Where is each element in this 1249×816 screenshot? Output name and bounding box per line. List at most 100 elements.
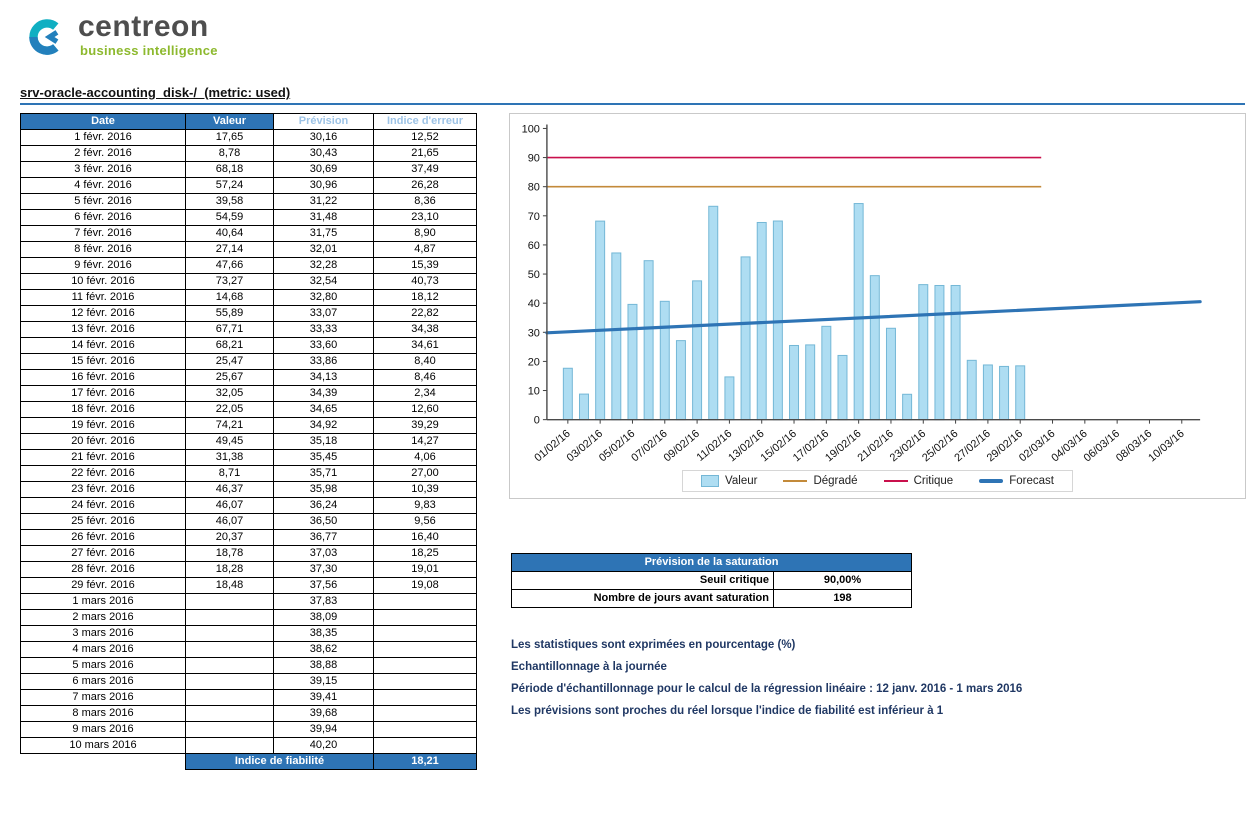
cell-erreur: 19,01: [374, 562, 477, 578]
value-bar: [1016, 366, 1025, 420]
legend-label-degrade: Dégradé: [813, 475, 857, 487]
cell-prevision: 32,80: [274, 290, 374, 306]
cell-erreur: [374, 610, 477, 626]
cell-erreur: 8,46: [374, 370, 477, 386]
table-row: 19 févr. 201674,2134,9239,29: [21, 418, 477, 434]
cell-erreur: 23,10: [374, 210, 477, 226]
cell-prevision: 37,83: [274, 594, 374, 610]
value-bar: [580, 394, 589, 420]
cell-erreur: 22,82: [374, 306, 477, 322]
cell-prevision: 38,09: [274, 610, 374, 626]
y-tick-label: 0: [534, 415, 540, 427]
col-header-date: Date: [21, 114, 186, 130]
cell-erreur: 18,25: [374, 546, 477, 562]
table-header-row: Date Valeur Prévision Indice d'erreur: [21, 114, 477, 130]
cell-valeur: 32,05: [186, 386, 274, 402]
saturation-value: 90,00%: [774, 572, 912, 590]
table-row: 24 févr. 201646,0736,249,83: [21, 498, 477, 514]
cell-erreur: [374, 706, 477, 722]
brand-tagline: business intelligence: [78, 43, 218, 58]
brand-name: centreon: [78, 12, 218, 42]
saturation-row: Nombre de jours avant saturation198: [512, 590, 912, 608]
cell-date: 27 févr. 2016: [21, 546, 186, 562]
cell-valeur: [186, 706, 274, 722]
cell-prevision: 36,77: [274, 530, 374, 546]
cell-erreur: 39,29: [374, 418, 477, 434]
cell-prevision: 36,50: [274, 514, 374, 530]
cell-date: 10 févr. 2016: [21, 274, 186, 290]
cell-valeur: 31,38: [186, 450, 274, 466]
y-tick-label: 30: [528, 327, 540, 339]
table-row: 9 févr. 201647,6632,2815,39: [21, 258, 477, 274]
cell-date: 3 mars 2016: [21, 626, 186, 642]
table-row: 28 févr. 201618,2837,3019,01: [21, 562, 477, 578]
cell-valeur: 18,28: [186, 562, 274, 578]
cell-valeur: [186, 738, 274, 754]
value-bar: [644, 261, 653, 420]
cell-date: 1 mars 2016: [21, 594, 186, 610]
cell-valeur: 18,48: [186, 578, 274, 594]
cell-erreur: 9,56: [374, 514, 477, 530]
legend-item-forecast: Forecast: [979, 475, 1054, 487]
cell-valeur: [186, 610, 274, 626]
value-bar: [1000, 366, 1009, 419]
cell-prevision: 34,39: [274, 386, 374, 402]
cell-valeur: [186, 674, 274, 690]
cell-valeur: 68,18: [186, 162, 274, 178]
reliability-label: Indice de fiabilité: [186, 754, 374, 770]
table-row: 15 févr. 201625,4733,868,40: [21, 354, 477, 370]
cell-prevision: 30,96: [274, 178, 374, 194]
table-row: 10 mars 201640,20: [21, 738, 477, 754]
cell-valeur: 20,37: [186, 530, 274, 546]
note-line: Les prévisions sont proches du réel lors…: [511, 700, 1246, 722]
cell-date: 8 mars 2016: [21, 706, 186, 722]
cell-prevision: 37,56: [274, 578, 374, 594]
cell-date: 1 févr. 2016: [21, 130, 186, 146]
cell-valeur: 46,07: [186, 514, 274, 530]
report-header: centreon business intelligence: [0, 0, 1249, 60]
cell-valeur: 25,47: [186, 354, 274, 370]
table-body: 1 févr. 201617,6530,1612,522 févr. 20168…: [21, 130, 477, 754]
cell-valeur: 57,24: [186, 178, 274, 194]
cell-date: 13 févr. 2016: [21, 322, 186, 338]
table-row: 21 févr. 201631,3835,454,06: [21, 450, 477, 466]
col-header-prevision: Prévision: [274, 114, 374, 130]
cell-valeur: 22,05: [186, 402, 274, 418]
cell-erreur: 8,40: [374, 354, 477, 370]
cell-date: 20 févr. 2016: [21, 434, 186, 450]
table-row: 9 mars 201639,94: [21, 722, 477, 738]
y-tick-label: 50: [528, 269, 540, 281]
cell-prevision: 30,69: [274, 162, 374, 178]
cell-valeur: 47,66: [186, 258, 274, 274]
cell-erreur: 15,39: [374, 258, 477, 274]
value-bar: [741, 257, 750, 420]
table-row: 16 févr. 201625,6734,138,46: [21, 370, 477, 386]
cell-erreur: [374, 642, 477, 658]
cell-prevision: 38,62: [274, 642, 374, 658]
cell-erreur: 4,06: [374, 450, 477, 466]
cell-prevision: 35,98: [274, 482, 374, 498]
legend-label-forecast: Forecast: [1009, 475, 1054, 487]
y-tick-label: 10: [528, 386, 540, 398]
cell-date: 25 févr. 2016: [21, 514, 186, 530]
legend-item-critique: Critique: [884, 475, 954, 487]
cell-valeur: 8,71: [186, 466, 274, 482]
cell-valeur: 14,68: [186, 290, 274, 306]
cell-prevision: 39,41: [274, 690, 374, 706]
cell-prevision: 31,75: [274, 226, 374, 242]
cell-valeur: 55,89: [186, 306, 274, 322]
value-bar: [951, 285, 960, 419]
chart-legend: ValeurDégradéCritiqueForecast: [682, 470, 1073, 492]
cell-erreur: 34,61: [374, 338, 477, 354]
cell-valeur: [186, 594, 274, 610]
y-tick-label: 80: [528, 182, 540, 194]
table-row: 3 mars 201638,35: [21, 626, 477, 642]
table-row: 14 févr. 201668,2133,6034,61: [21, 338, 477, 354]
value-bar: [983, 365, 992, 420]
notes: Les statistiques sont exprimées en pourc…: [511, 634, 1246, 722]
cell-prevision: 33,60: [274, 338, 374, 354]
cell-erreur: 2,34: [374, 386, 477, 402]
table-row: 23 févr. 201646,3735,9810,39: [21, 482, 477, 498]
cell-valeur: 67,71: [186, 322, 274, 338]
cell-prevision: 31,22: [274, 194, 374, 210]
